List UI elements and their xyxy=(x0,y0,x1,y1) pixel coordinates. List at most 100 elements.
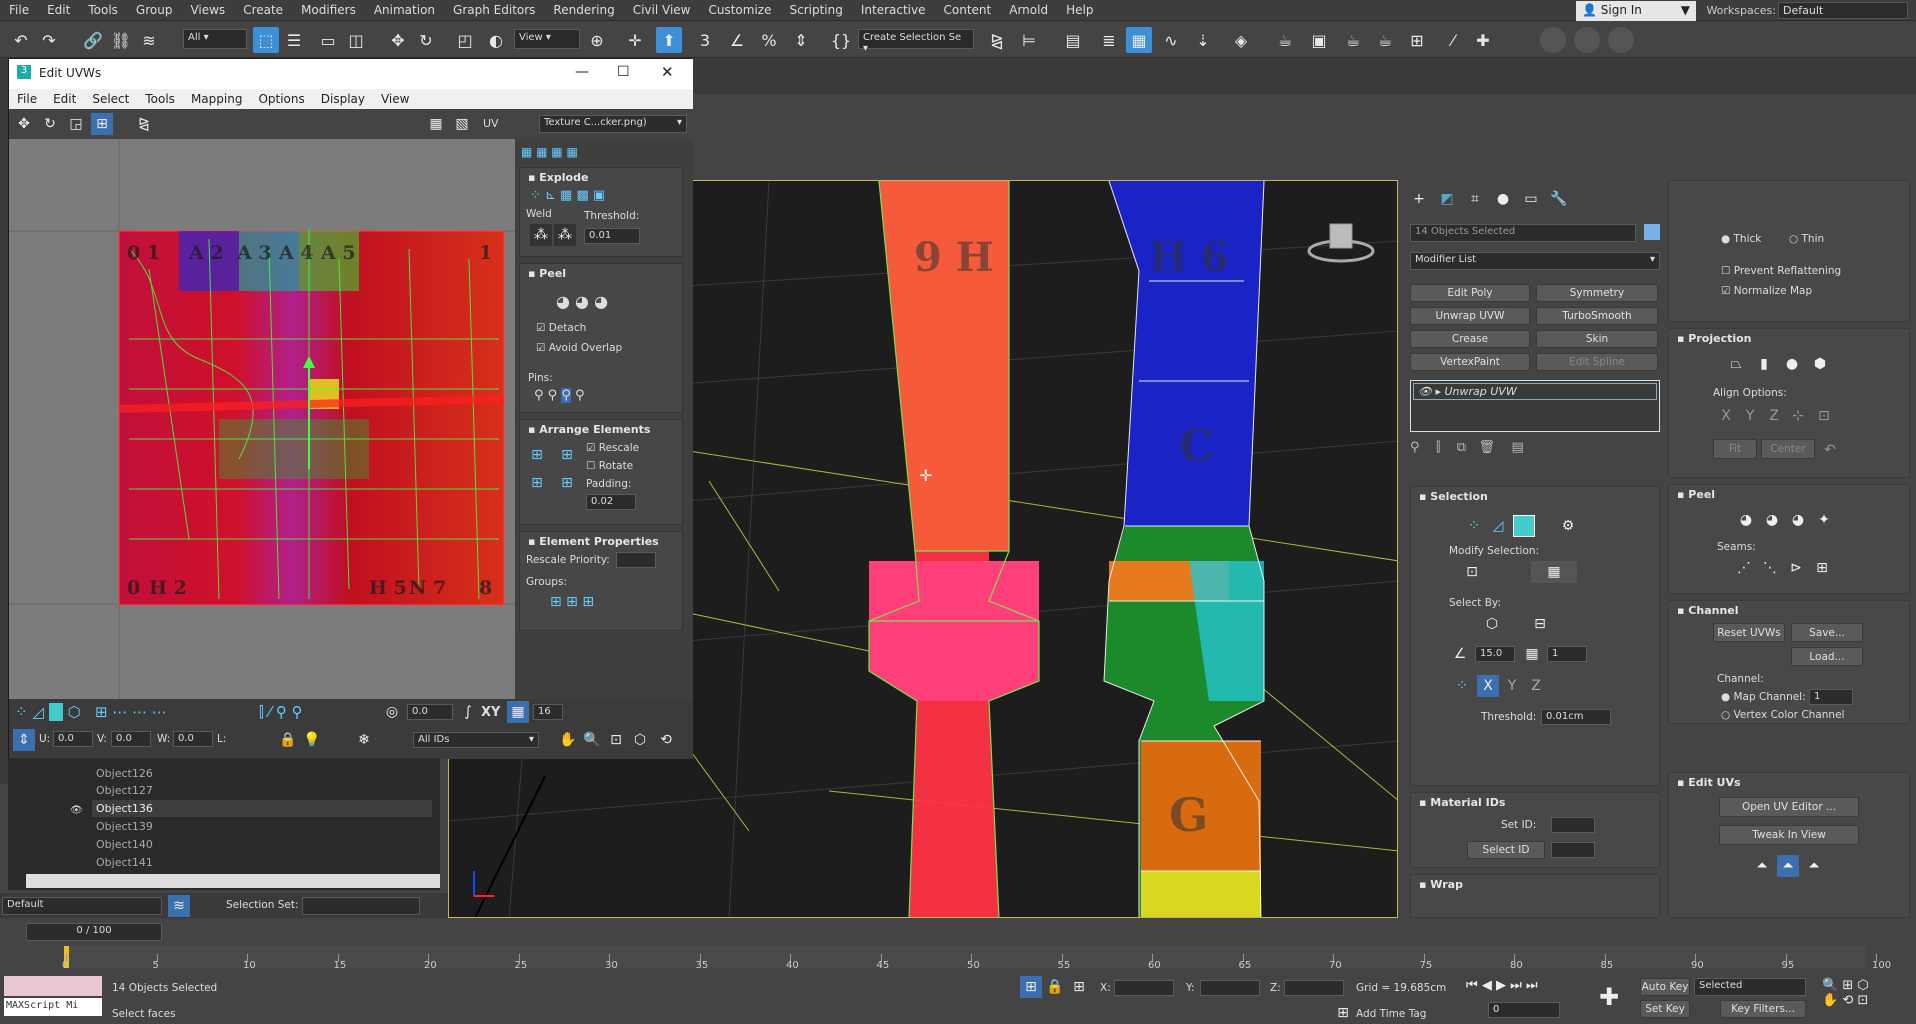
rendered-frame-icon[interactable]: ▣ xyxy=(1306,27,1332,53)
uv-falloff-spinner[interactable]: 0.0 xyxy=(407,704,453,720)
fit-button[interactable]: Fit xyxy=(1713,439,1757,459)
w-spinner[interactable]: 0.0 xyxy=(173,731,213,747)
center-button[interactable]: Center xyxy=(1761,439,1815,459)
explode-header[interactable]: ▪ Explode xyxy=(520,168,682,187)
menu-item[interactable]: Content xyxy=(935,0,1001,21)
percent-snap-icon[interactable]: % xyxy=(756,27,782,53)
uv-menu-item[interactable]: Edit xyxy=(45,89,84,109)
rescale-checkbox[interactable]: ☑ Rescale xyxy=(586,442,639,454)
menu-item[interactable]: Create xyxy=(234,0,292,21)
mirror-select-icon[interactable]: ⁘ xyxy=(1451,675,1473,697)
grow-selection-icon[interactable]: ⊡ xyxy=(1461,561,1483,583)
remove-modifier-icon[interactable]: 🗑 xyxy=(1478,440,1495,455)
selection-filter-dropdown[interactable]: All ▾ xyxy=(183,29,247,49)
uv-menu-item[interactable]: Tools xyxy=(137,89,183,109)
horizontal-scrollbar[interactable] xyxy=(26,874,440,888)
uv-freeform-icon[interactable]: ⊞ xyxy=(91,113,113,135)
render-setup-icon[interactable]: ☕ xyxy=(1272,27,1298,53)
cylindrical-map-icon[interactable]: ▮ xyxy=(1753,353,1775,375)
uv-scale-icon[interactable]: ◲ xyxy=(65,113,87,135)
uv-move-icon[interactable]: ✥ xyxy=(13,113,35,135)
menu-item[interactable]: File xyxy=(0,0,38,21)
reset-peel-icon[interactable]: ◕ xyxy=(1787,509,1809,531)
projection-header[interactable]: ▪ Projection xyxy=(1669,329,1909,348)
select-object-icon[interactable]: ⬚ xyxy=(253,27,279,53)
material-id-filter[interactable]: All IDs ▾ xyxy=(413,732,539,748)
modify-tab-icon[interactable]: ◩ xyxy=(1436,188,1458,210)
quick-planar-align-icon[interactable]: ⏶ xyxy=(1777,855,1799,877)
outliner-row[interactable]: Object127 xyxy=(92,782,432,799)
toggle-ribbon-icon[interactable]: ▦ xyxy=(1126,27,1152,53)
display-tab-icon[interactable]: ▭ xyxy=(1520,188,1542,210)
x-coordinate-field[interactable] xyxy=(1114,980,1174,996)
texture-dropdown[interactable]: Texture C...cker.png) ▾ xyxy=(539,115,687,133)
viewcube[interactable] xyxy=(1306,218,1376,268)
weld-selected-icon[interactable]: ⁂ xyxy=(530,224,552,246)
break-tools-icons[interactable]: ⁘ ⊾ ▦ ▩ ▣ xyxy=(530,188,605,203)
rotate-checkbox[interactable]: ☐ Rotate xyxy=(586,460,633,472)
modifier-stack[interactable]: 👁 ▸ Unwrap UVW xyxy=(1410,380,1660,432)
reset-uvws-button[interactable]: Reset UVWs xyxy=(1713,623,1785,642)
auto-key-button[interactable]: Auto Key xyxy=(1640,978,1690,996)
maximize-icon[interactable]: ☐ xyxy=(617,64,630,80)
utilities-tab-icon[interactable]: 🔧 xyxy=(1548,188,1570,210)
quick-peel-icon[interactable]: ◕ xyxy=(1735,509,1757,531)
best-align-icon[interactable]: ⊹ xyxy=(1787,405,1809,427)
uv-subobject-icons[interactable]: ⁘ ◿ ▣ ⬡ ⊞ ⋯ ⋯ ⋯ xyxy=(15,703,167,721)
mirror-icon[interactable]: ⧎ xyxy=(984,27,1010,53)
render-production-icon[interactable]: ☕ xyxy=(1340,27,1366,53)
uv-peel-header[interactable]: ▪ Peel xyxy=(520,264,682,283)
element-properties-header[interactable]: ▪ Element Properties xyxy=(520,532,682,551)
stack-item-unwrap-uvw[interactable]: 👁 ▸ Unwrap UVW xyxy=(1413,383,1657,400)
uv-rotate-icon[interactable]: ↻ xyxy=(39,113,61,135)
select-id-spinner[interactable] xyxy=(1551,842,1595,858)
padding-spinner[interactable]: 0.02 xyxy=(586,494,636,510)
angle-spinner[interactable]: 15.0 xyxy=(1475,646,1515,662)
selection-set-dropdown[interactable] xyxy=(302,897,420,915)
undo-icon[interactable]: ↶ xyxy=(8,27,34,53)
uv-editor-canvas[interactable]: 0 1 A 2 A 3 A 4 A 5 1 0 H 2 H 5N 7 8 xyxy=(9,139,515,699)
uv-menu-item[interactable]: File xyxy=(9,89,45,109)
weld-threshold-spinner[interactable]: 0.01 xyxy=(584,228,640,244)
viewport-nav-controls[interactable]: 🔍 ⊞ ⬡ ✋ ⟲ ⊡ xyxy=(1822,978,1912,1008)
element-mode-icon[interactable]: ⚙ xyxy=(1557,515,1579,537)
pack-together-icon[interactable]: ⊞ xyxy=(556,444,578,466)
point-to-point-seam-icon[interactable]: ⋱ xyxy=(1759,557,1781,579)
hide-icon[interactable]: 💡 xyxy=(301,729,323,751)
outliner-row[interactable]: Object139 xyxy=(92,818,432,835)
planar-angle-icon[interactable]: ∠ xyxy=(1449,643,1471,665)
align-to-view-icon[interactable]: ⊡ xyxy=(1813,405,1835,427)
pack-normalize-icon[interactable]: ⊞ xyxy=(526,444,548,466)
menu-item[interactable]: Customize xyxy=(699,0,780,21)
vertex-mode-icon[interactable]: ⁘ xyxy=(1463,515,1485,537)
reset-projection-icon[interactable]: ↶ xyxy=(1819,439,1841,461)
link-icon[interactable]: 🔗 xyxy=(80,27,106,53)
align-z-button[interactable]: Z xyxy=(1763,405,1785,427)
menu-item[interactable]: Tools xyxy=(79,0,127,21)
unwrap-uvw-button[interactable]: Unwrap UVW xyxy=(1410,307,1530,325)
thick-radio[interactable]: ● Thick xyxy=(1721,233,1761,245)
key-filters-button[interactable]: Key Filters... xyxy=(1720,1000,1806,1018)
outliner-row[interactable]: Object126 xyxy=(92,765,432,782)
select-overlap-icon[interactable]: ⊟ xyxy=(1529,613,1551,635)
workspaces-dropdown[interactable]: Default xyxy=(1778,2,1908,19)
uv-falloff-curve-icon[interactable]: ∫ xyxy=(457,701,479,723)
select-by-name-icon[interactable]: ☰ xyxy=(281,27,307,53)
menu-item[interactable]: Arnold xyxy=(1000,0,1057,21)
uv-grid-icon[interactable]: ▦ xyxy=(507,701,529,723)
menu-item[interactable]: Interactive xyxy=(852,0,935,21)
move-icon[interactable]: ✥ xyxy=(385,27,411,53)
show-map-icon[interactable]: ▦ xyxy=(425,113,447,135)
prevent-reflattening-checkbox[interactable]: ☐ Prevent Reflattening xyxy=(1721,265,1841,277)
lock-icon[interactable]: 🔒 xyxy=(277,729,299,751)
layer-icon[interactable]: ≋ xyxy=(168,895,190,917)
y-coordinate-field[interactable] xyxy=(1200,980,1260,996)
symmetry-button[interactable]: Symmetry xyxy=(1536,284,1658,302)
uv-menu-item[interactable]: Options xyxy=(250,89,312,109)
render-iterative-icon[interactable]: ☕ xyxy=(1372,27,1398,53)
select-id-button[interactable]: Select ID xyxy=(1467,841,1545,859)
menu-item[interactable]: Edit xyxy=(38,0,79,21)
time-slider[interactable]: 0 / 100 xyxy=(26,923,162,941)
stitch-tools-icons[interactable]: ▦ ▦ ▦ ▦ xyxy=(521,145,681,161)
quick-planar-display-icon[interactable]: ⏶ xyxy=(1803,855,1825,877)
